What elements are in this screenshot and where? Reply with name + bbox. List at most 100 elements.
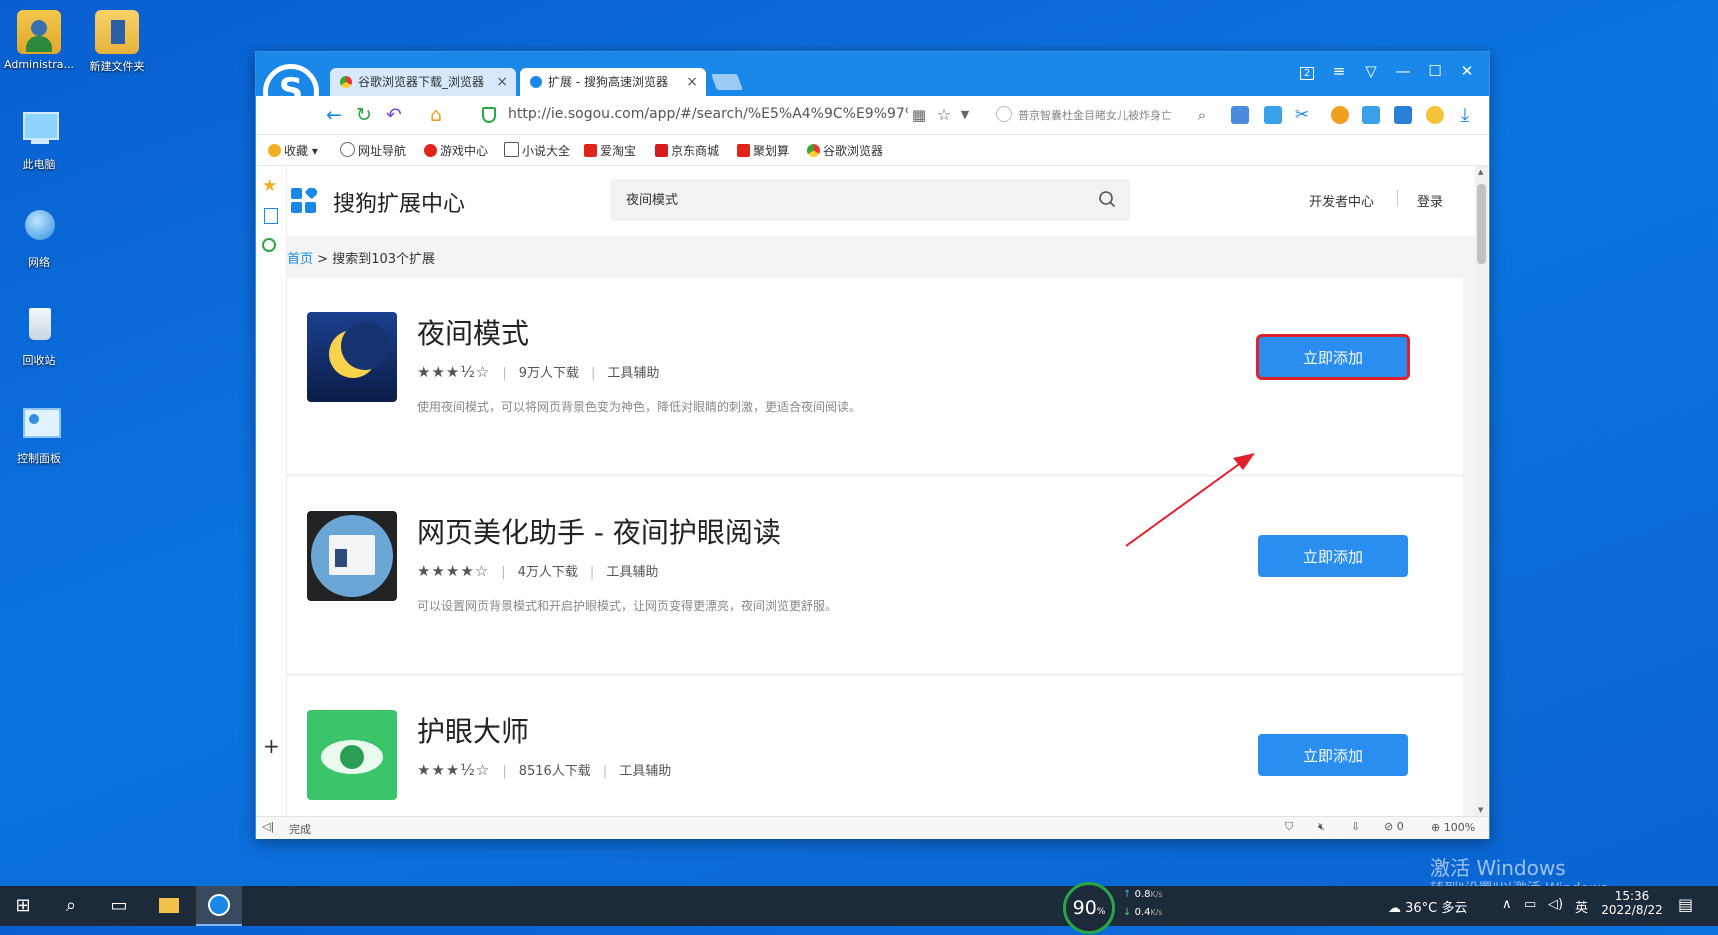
- network-tray-icon[interactable]: ▭: [1524, 897, 1536, 912]
- screenshot-scissors-icon[interactable]: ✂: [1290, 104, 1314, 126]
- bookmark-chrome[interactable]: 谷歌浏览器: [807, 142, 883, 159]
- browser-sidebar: ★ +: [256, 166, 287, 816]
- dropdown-icon[interactable]: ▼: [953, 104, 977, 126]
- secure-shield-icon: [482, 107, 496, 123]
- download-icon[interactable]: ⤓: [1453, 104, 1477, 126]
- tab-close-icon[interactable]: ×: [686, 68, 698, 96]
- sidebar-history-icon[interactable]: [262, 238, 276, 252]
- sidebar-icon[interactable]: [1264, 106, 1282, 124]
- sidebar-notes-icon[interactable]: [264, 208, 278, 224]
- clock-date: 2022/8/22: [1601, 903, 1663, 917]
- sidebar-star-icon[interactable]: ★: [262, 176, 277, 196]
- translate-icon[interactable]: [1231, 106, 1249, 124]
- key-icon[interactable]: [1331, 106, 1349, 124]
- vertical-scrollbar[interactable]: ▲ ▼: [1475, 166, 1488, 816]
- new-tab-button[interactable]: [711, 74, 743, 90]
- desktop-icon-label: 控制面板: [17, 452, 61, 465]
- address-bar: ← ↻ ↶ ⌂ http://ie.sogou.com/app/#/search…: [256, 96, 1489, 135]
- zoom-level[interactable]: ⊕ 100%: [1431, 821, 1475, 834]
- book-icon: [504, 142, 519, 157]
- home-icon[interactable]: ⌂: [424, 104, 448, 126]
- upload-speed: ↑ 0.8K/s: [1123, 889, 1163, 900]
- url-input[interactable]: http://ie.sogou.com/app/#/search/%E5%A4%…: [508, 106, 908, 122]
- page-content: 搜狗扩展中心 开发者中心 登录 首页 > 搜索到103个扩展 夜间模式 ★★★½…: [287, 166, 1475, 816]
- desktop-icon-network[interactable]: 网络: [0, 206, 80, 270]
- sogou-browser-taskbar-icon[interactable]: [196, 886, 242, 926]
- bookmarks-bar: 收藏 ▾ 网址导航 游戏中心 小说大全 爱淘宝 京东商城 聚划算 谷歌浏览器: [256, 135, 1489, 166]
- bookmark-favorites[interactable]: 收藏 ▾: [268, 142, 318, 159]
- scroll-thumb[interactable]: [1477, 184, 1486, 264]
- download-status-icon[interactable]: ⇩: [1351, 820, 1360, 833]
- notification-icon[interactable]: ▤: [1678, 895, 1693, 914]
- star-icon: [268, 144, 281, 157]
- refresh-icon[interactable]: ↻: [352, 104, 376, 126]
- skin-icon[interactable]: ▽: [1359, 62, 1383, 80]
- back-icon[interactable]: ←: [322, 104, 346, 126]
- bookmark-games[interactable]: 游戏中心: [424, 142, 488, 159]
- search-icon[interactable]: ⌕: [1190, 104, 1214, 126]
- desktop-icon-recycle-bin[interactable]: 回收站: [0, 304, 80, 368]
- qr-icon[interactable]: ▦: [907, 104, 931, 126]
- recycle-bin-icon: [17, 304, 61, 348]
- globe-icon: [340, 142, 355, 157]
- desktop-icon-this-pc[interactable]: 此电脑: [0, 108, 80, 172]
- desktop-icon-user-folder[interactable]: Administra...: [0, 10, 80, 71]
- sidebar-toggle-icon[interactable]: ◁|: [262, 820, 274, 833]
- desktop-icon-new-folder[interactable]: 新建文件夹: [76, 10, 158, 74]
- bookmark-jd[interactable]: 京东商城: [655, 142, 719, 159]
- adblock-icon[interactable]: ⊘ 0: [1384, 820, 1404, 833]
- tab-google-download[interactable]: 谷歌浏览器下载_浏览器 ×: [330, 68, 516, 96]
- desktop-icon-control-panel[interactable]: 控制面板: [0, 402, 80, 466]
- close-button[interactable]: ✕: [1455, 62, 1479, 80]
- sidebar-add-icon[interactable]: +: [263, 734, 280, 758]
- volume-tray-icon[interactable]: ◁): [1548, 897, 1563, 912]
- start-windows-icon[interactable]: ⊞: [0, 886, 46, 926]
- tab-label: 谷歌浏览器下载_浏览器: [358, 75, 485, 89]
- weather[interactable]: ☁ 36°C 多云: [1388, 897, 1467, 916]
- tab-close-icon[interactable]: ×: [496, 68, 508, 96]
- taobao-icon: [584, 144, 597, 157]
- file-explorer-icon[interactable]: [146, 886, 192, 926]
- bookmark-novels[interactable]: 小说大全: [504, 142, 570, 159]
- bookmark-taobao[interactable]: 爱淘宝: [584, 142, 636, 159]
- title-bar: 谷歌浏览器下载_浏览器 × 扩展 - 搜狗高速浏览器 × 2 ≡ ▽ — ☐ ✕: [256, 52, 1489, 96]
- menu-icon[interactable]: ≡: [1327, 62, 1351, 80]
- browser-window: 谷歌浏览器下载_浏览器 × 扩展 - 搜狗高速浏览器 × 2 ≡ ▽ — ☐ ✕…: [255, 51, 1490, 839]
- emoji-icon[interactable]: [1426, 106, 1444, 124]
- chrome-icon: [807, 144, 820, 157]
- desktop-icon-label: 回收站: [22, 354, 56, 367]
- cloud-icon: ☁: [1388, 901, 1401, 916]
- annotation-arrow: [1125, 453, 1255, 547]
- minimize-button[interactable]: —: [1391, 62, 1415, 80]
- tab-label: 扩展 - 搜狗高速浏览器: [548, 75, 668, 89]
- shield-status-icon[interactable]: ⛉: [1285, 820, 1293, 834]
- undo-icon[interactable]: ↶: [382, 104, 406, 126]
- desktop-icon-label: 网络: [28, 256, 50, 269]
- search-icon[interactable]: ⌕: [48, 886, 94, 926]
- tab-extensions[interactable]: 扩展 - 搜狗高速浏览器 ×: [520, 68, 706, 96]
- folder-icon: [95, 10, 139, 54]
- task-view-icon[interactable]: ▭: [96, 886, 142, 926]
- control-panel-icon: [17, 402, 61, 446]
- taskbar: ⊞ ⌕ ▭ 90% ↑ 0.8K/s ↓ 0.4K/s ☁ 36°C 多云 ∧ …: [0, 882, 1718, 934]
- bookmark-nav[interactable]: 网址导航: [340, 142, 406, 159]
- user-folder-icon: [17, 10, 61, 54]
- extension-icon[interactable]: [1362, 106, 1380, 124]
- juhuasuan-icon: [737, 144, 750, 157]
- desktop-icon-label: 新建文件夹: [89, 60, 145, 73]
- game-icon: [424, 144, 437, 157]
- bookmark-juhuasuan[interactable]: 聚划算: [737, 142, 789, 159]
- status-bar: ◁| 完成 ⛉ 🔇︎ ⇩ ⊘ 0 ⊕ 100%: [256, 816, 1489, 839]
- window-count-icon[interactable]: 2: [1295, 62, 1319, 80]
- clock-time: 15:36: [1614, 889, 1650, 903]
- mute-icon[interactable]: 🔇︎: [1318, 820, 1325, 834]
- chrome-icon: [340, 76, 352, 88]
- maximize-button[interactable]: ☐: [1423, 62, 1447, 80]
- performance-gauge[interactable]: 90%: [1063, 882, 1115, 934]
- jd-icon: [655, 144, 668, 157]
- ime-indicator[interactable]: 英: [1575, 897, 1588, 916]
- clock[interactable]: 15:36 2022/8/22: [1600, 889, 1664, 917]
- window-icon[interactable]: [1394, 106, 1412, 124]
- tray-chevron-icon[interactable]: ∧: [1502, 897, 1512, 912]
- network-globe-icon: [17, 206, 61, 250]
